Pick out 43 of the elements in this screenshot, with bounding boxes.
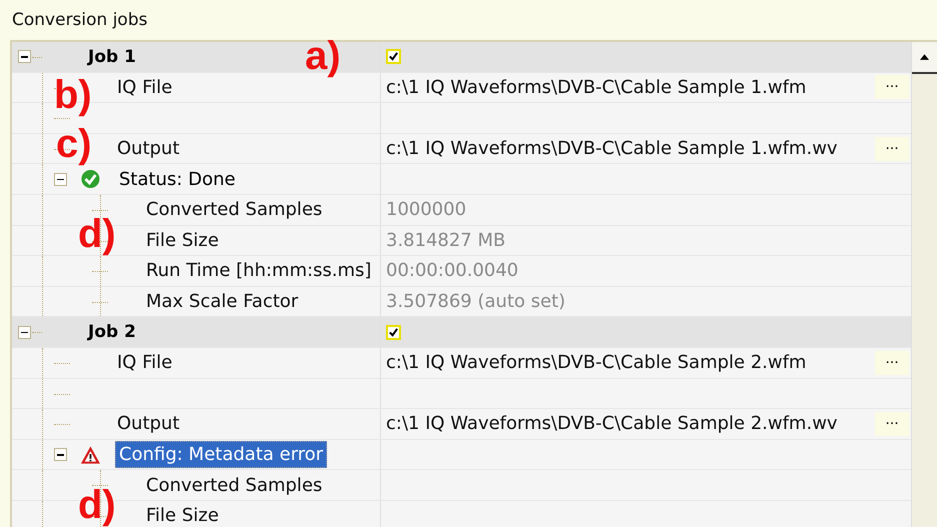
annotation-label: d) <box>78 485 116 525</box>
property-value: 3.814827 MB <box>386 230 506 251</box>
file-path: c:\1 IQ Waveforms\DVB-C\Cable Sample 1.wfm <box>386 76 808 98</box>
collapse-icon[interactable] <box>54 172 67 186</box>
collapse-icon[interactable] <box>18 50 31 64</box>
property-value: 3.507869 (auto set) <box>386 291 566 312</box>
property-label: File Size <box>146 230 219 251</box>
warning-icon <box>80 444 101 465</box>
property-value: 00:00:00.0040 <box>386 260 520 282</box>
browse-button[interactable]: ··· <box>875 412 909 436</box>
browse-button[interactable]: ··· <box>875 350 909 375</box>
property-label: Run Time [hh:mm:ss.ms] <box>146 260 372 282</box>
file-path: c:\1 IQ Waveforms\DVB-C\Cable Sample 1.wfm.wv <box>386 138 838 160</box>
property-label: Max Scale Factor <box>146 291 298 312</box>
group-title: Conversion jobs <box>11 9 148 32</box>
property-label: IQ File <box>117 352 172 374</box>
check-icon <box>80 169 101 190</box>
checkbox[interactable] <box>386 324 401 340</box>
browse-button[interactable]: ··· <box>875 75 909 100</box>
annotation-label: d) <box>78 214 116 254</box>
up-arrow-icon <box>920 54 929 60</box>
browse-button[interactable]: ··· <box>875 136 909 161</box>
scrollbar-track[interactable] <box>911 42 937 527</box>
scroll-up-button[interactable] <box>912 42 937 74</box>
annotation-label: a) <box>305 36 341 76</box>
property-label: Output <box>117 413 180 434</box>
file-path: c:\1 IQ Waveforms\DVB-C\Cable Sample 2.wfm.wv <box>386 413 838 434</box>
property-label: Converted Samples <box>146 474 322 496</box>
collapse-icon[interactable] <box>54 448 67 462</box>
collapse-icon[interactable] <box>18 326 31 339</box>
job-title[interactable]: Job 1 <box>88 46 136 67</box>
job-title[interactable]: Job 2 <box>88 322 136 342</box>
property-label: Converted Samples <box>146 199 322 220</box>
property-value: 1000000 <box>386 199 468 220</box>
status-label[interactable]: Status: Done <box>115 166 240 193</box>
property-label: Output <box>117 138 180 160</box>
file-path: c:\1 IQ Waveforms\DVB-C\Cable Sample 2.wfm <box>386 352 808 374</box>
annotation-label: b) <box>54 75 92 115</box>
property-label: IQ File <box>117 76 172 98</box>
property-label: File Size <box>146 505 219 526</box>
annotation-label: c) <box>56 124 92 164</box>
status-label[interactable]: Config: Metadata error <box>115 441 328 468</box>
checkbox[interactable] <box>386 49 401 64</box>
